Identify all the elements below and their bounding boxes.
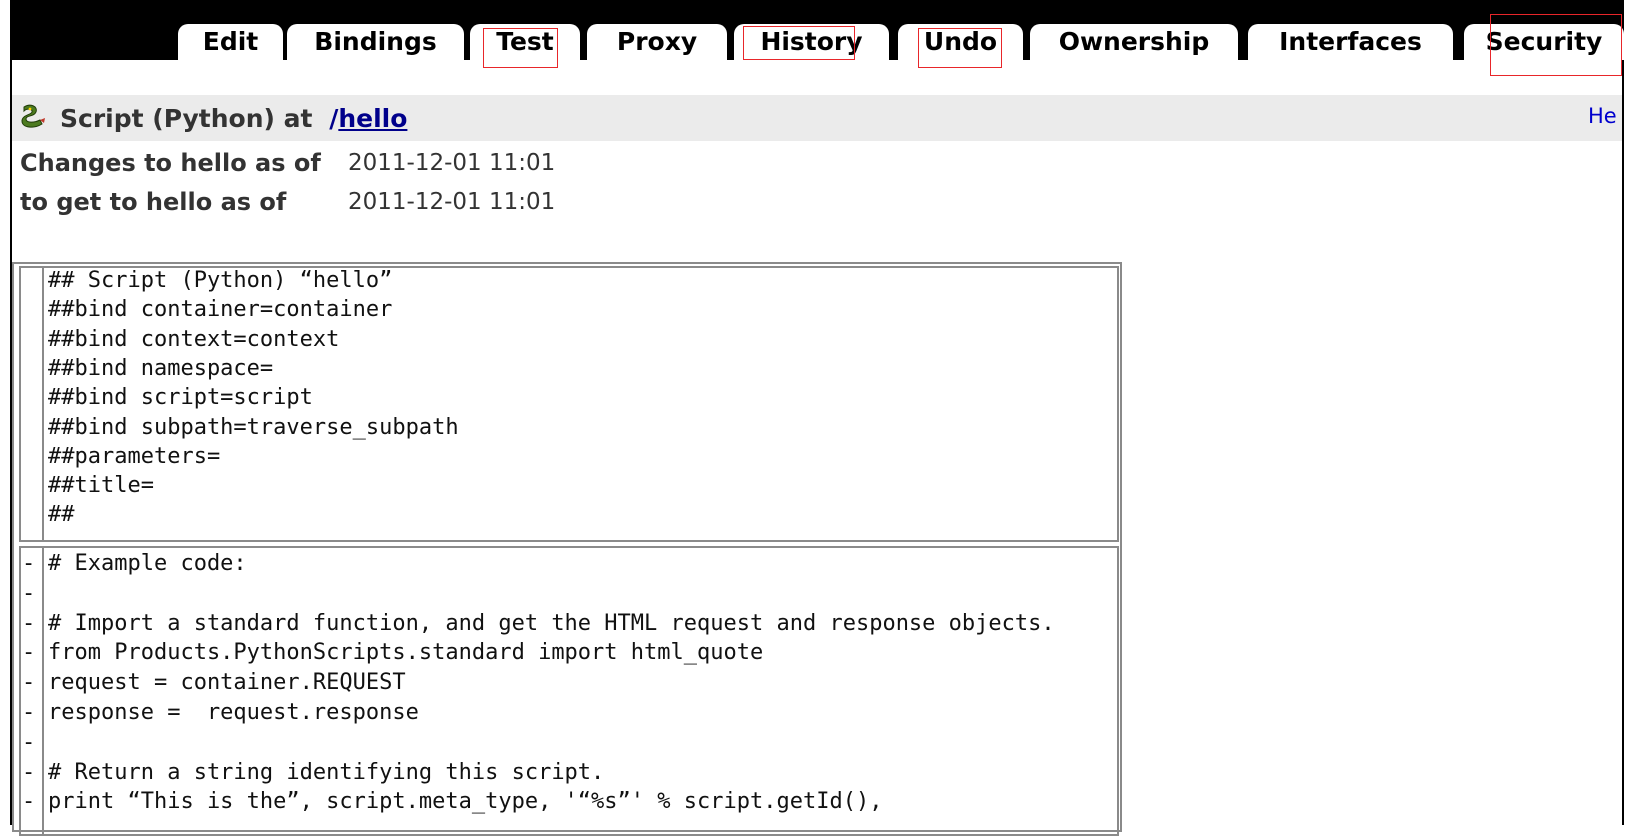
object-path-link[interactable]: hello bbox=[338, 104, 407, 133]
page-title: Script (Python) at /hello bbox=[60, 104, 407, 133]
changes-from-label: Changes to hello as of bbox=[20, 149, 321, 177]
tab-edit[interactable]: Edit bbox=[178, 24, 283, 60]
code-line: response = request.response bbox=[48, 700, 419, 725]
diff-removed-marker: - bbox=[22, 670, 36, 696]
code-line: ## bbox=[48, 502, 75, 528]
diff-removed-marker: - bbox=[22, 551, 36, 576]
code-line: ##parameters= bbox=[48, 443, 221, 469]
tab-bindings[interactable]: Bindings bbox=[287, 24, 464, 60]
code-line: request = container.REQUEST bbox=[48, 670, 406, 696]
code-line: ##bind subpath=traverse_subpath bbox=[48, 414, 459, 440]
diff-removed-marker: - bbox=[22, 640, 36, 666]
diff-removed-marker: - bbox=[22, 610, 36, 636]
code-line: ## Script (Python) “hello” bbox=[48, 268, 393, 293]
diff-removed-marker: - bbox=[22, 729, 36, 755]
code-line: # Example code: bbox=[48, 551, 247, 576]
changes-to-value: 2011-12-01 11:01 bbox=[348, 189, 556, 215]
diff-removed-marker: - bbox=[22, 580, 36, 606]
object-type-label: Script (Python) at bbox=[60, 104, 313, 133]
python-script-icon bbox=[21, 104, 45, 128]
tab-ownership[interactable]: Ownership bbox=[1030, 24, 1238, 60]
code-line: # Return a string identifying this scrip… bbox=[48, 759, 605, 785]
help-link[interactable]: He bbox=[1588, 104, 1617, 128]
tab-proxy[interactable]: Proxy bbox=[587, 24, 727, 60]
diff-removed-marker: - bbox=[22, 700, 36, 725]
changes-to-label: to get to hello as of bbox=[20, 188, 287, 216]
code-line: from Products.PythonScripts.standard imp… bbox=[48, 640, 764, 666]
highlight-box-history bbox=[743, 26, 855, 60]
highlight-box-security bbox=[1490, 14, 1622, 76]
code-line: ##bind namespace= bbox=[48, 355, 274, 381]
changes-from-value: 2011-12-01 11:01 bbox=[348, 150, 556, 176]
tab-interfaces[interactable]: Interfaces bbox=[1248, 24, 1453, 60]
highlight-box-undo bbox=[918, 28, 1002, 68]
code-line: ##bind container=container bbox=[48, 297, 393, 323]
highlight-box-test bbox=[483, 28, 558, 68]
path-separator: / bbox=[329, 104, 339, 133]
diff-removed-marker: - bbox=[22, 789, 36, 815]
code-line: ##bind script=script bbox=[48, 385, 313, 411]
diff-removed-marker: - bbox=[22, 759, 36, 785]
code-line: ##title= bbox=[48, 473, 154, 499]
code-line: print “This is the”, script.meta_type, '… bbox=[48, 789, 883, 815]
code-line: ##bind context=context bbox=[48, 326, 340, 352]
code-line: # Import a standard function, and get th… bbox=[48, 610, 1055, 636]
